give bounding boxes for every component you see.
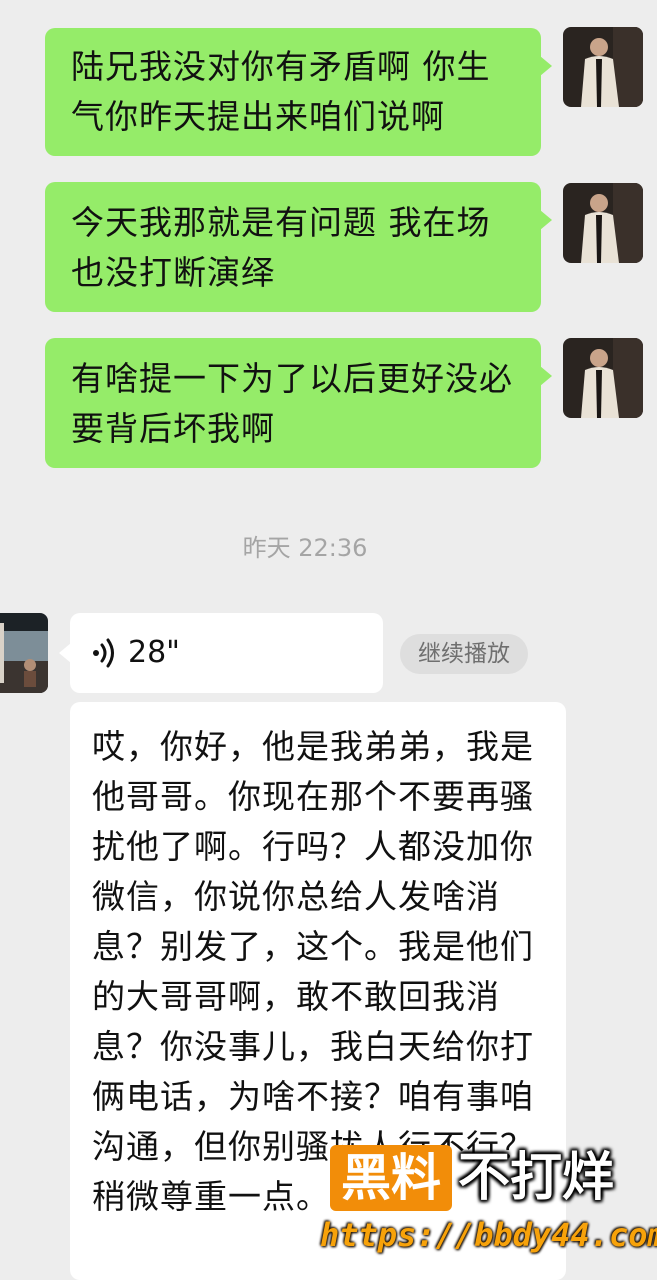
watermark-badge: 黑料 [330,1145,452,1211]
message-timestamp: 昨天 22:36 [242,534,368,562]
outgoing-message-bubble[interactable]: 今天我那就是有问题 我在场也没打断演绎 [45,182,552,312]
contact-avatar[interactable] [0,613,48,693]
message-text: 有啥提一下为了以后更好没必要背后坏我啊 [71,359,513,448]
watermark: 黑料 不打烊 https://bbdy44.com [320,1143,657,1268]
watermark-badge-text: 黑料 [341,1149,441,1207]
watermark-text: 不打烊 [458,1148,615,1208]
voice-wave-icon [90,637,120,673]
self-avatar[interactable] [563,183,643,263]
watermark-url: https://bbdy44.com [320,1216,657,1254]
continue-playing-button[interactable]: 继续播放 [400,634,528,674]
outgoing-message-bubble[interactable]: 陆兄我没对你有矛盾啊 你生气你昨天提出来咱们说啊 [45,28,552,156]
voice-message-bubble[interactable]: 28" [59,613,383,693]
message-text: 陆兄我没对你有矛盾啊 你生气你昨天提出来咱们说啊 [71,47,491,136]
self-avatar[interactable] [563,27,643,107]
self-avatar[interactable] [563,338,643,418]
message-text: 今天我那就是有问题 我在场也没打断演绎 [71,203,491,292]
outgoing-message-bubble[interactable]: 有啥提一下为了以后更好没必要背后坏我啊 [45,338,552,468]
voice-duration: 28" [128,635,180,670]
